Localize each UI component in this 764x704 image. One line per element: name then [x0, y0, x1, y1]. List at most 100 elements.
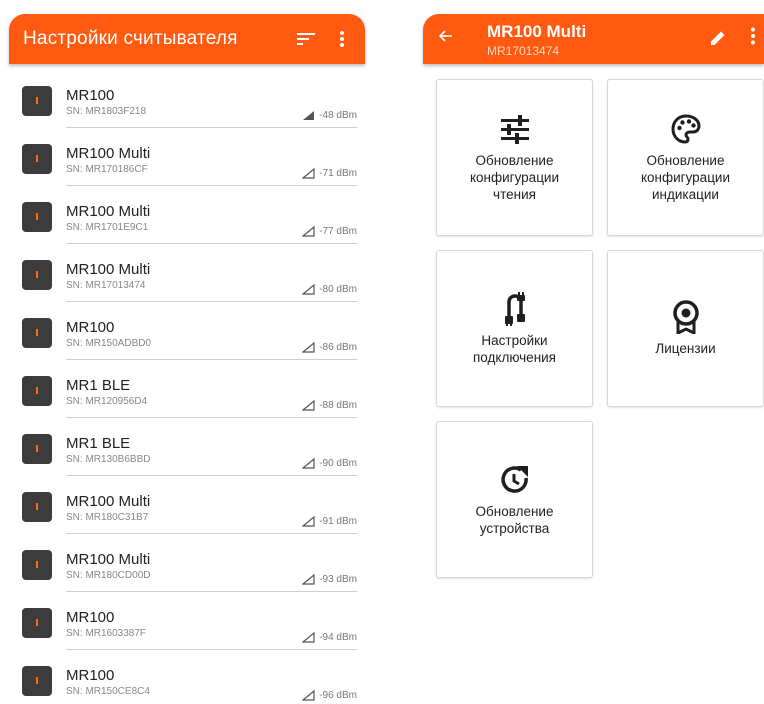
reader-name: MR1 BLE [66, 377, 131, 394]
rssi-value: -71 dBm [319, 168, 357, 179]
reader-list-item[interactable]: MR100 SN: MR1803F218 -48 dBm [9, 64, 365, 128]
update-icon [498, 463, 532, 497]
rssi-value: -96 dBm [319, 690, 357, 701]
reader-name: MR100 Multi [66, 261, 151, 278]
signal-strength-icon [302, 574, 315, 585]
reader-rssi: -93 dBm [302, 574, 357, 585]
reader-serial: SN: MR1803F218 [66, 106, 147, 117]
reader-name: MR100 Multi [66, 551, 151, 568]
signal-strength-icon [302, 342, 315, 353]
page-title: Настройки считывателя [23, 28, 238, 49]
tile-label: Настройки подключения [472, 332, 556, 365]
reader-rssi: -80 dBm [302, 284, 357, 295]
reader-list-item[interactable]: MR100 Multi SN: MR170186CF -71 dBm [9, 122, 365, 186]
device-app-bar: MR100 Multi MR17013474 [423, 14, 764, 64]
device-title: MR100 Multi [487, 22, 587, 41]
reader-rssi: -91 dBm [302, 516, 357, 527]
reader-serial: SN: MR17013474 [66, 280, 146, 291]
tune-icon [498, 112, 532, 146]
reader-list-item[interactable]: MR100 Multi SN: MR17013474 -80 dBm [9, 238, 365, 302]
reader-list-item[interactable]: MR100 Multi SN: MR1701E9C1 -77 dBm [9, 180, 365, 244]
rssi-value: -80 dBm [319, 284, 357, 295]
reader-serial: SN: MR180C31B7 [66, 512, 149, 523]
signal-strength-icon [302, 400, 315, 411]
reader-name: MR1 BLE [66, 435, 131, 452]
rssi-value: -90 dBm [319, 458, 357, 469]
reader-name: MR100 [66, 319, 115, 336]
rssi-value: -86 dBm [319, 342, 357, 353]
reader-rssi: -94 dBm [302, 632, 357, 643]
license-badge-icon [669, 300, 703, 334]
reader-rssi: -71 dBm [302, 168, 357, 179]
rssi-value: -88 dBm [319, 400, 357, 411]
reader-serial: SN: MR150CE8C4 [66, 686, 150, 697]
reader-serial: SN: MR170186CF [66, 164, 148, 175]
reader-name: MR100 [66, 87, 115, 104]
reader-serial: SN: MR180CD00D [66, 570, 151, 581]
reader-rssi: -48 dBm [302, 110, 357, 121]
reader-name: MR100 [66, 609, 115, 626]
reader-device-icon [22, 260, 52, 290]
rssi-value: -77 dBm [319, 226, 357, 237]
tile-device-update[interactable]: Обновление устройства [436, 421, 593, 578]
more-menu-icon[interactable] [331, 27, 353, 51]
reader-serial: SN: MR150ADBD0 [66, 338, 152, 349]
signal-strength-icon [302, 690, 315, 701]
reader-list-item[interactable]: MR100 Multi SN: MR180C31B7 -91 dBm [9, 470, 365, 534]
reader-rssi: -88 dBm [302, 400, 357, 411]
tile-connection-settings[interactable]: Настройки подключения [436, 250, 593, 407]
rssi-value: -93 dBm [319, 574, 357, 585]
reader-name: MR100 [66, 667, 115, 684]
reader-device-icon [22, 608, 52, 638]
tile-indication-config-update[interactable]: Обновление конфигурации индикации [607, 79, 764, 236]
reader-device-icon [22, 86, 52, 116]
reader-device-icon [22, 550, 52, 580]
signal-strength-icon [303, 111, 315, 120]
reader-list-item[interactable]: MR1 BLE SN: MR130B6BBD -90 dBm [9, 412, 365, 476]
reader-rssi: -77 dBm [302, 226, 357, 237]
reader-name: MR100 Multi [66, 145, 151, 162]
signal-strength-icon [302, 516, 315, 527]
reader-name: MR100 Multi [66, 493, 151, 510]
reader-device-icon [22, 318, 52, 348]
rssi-value: -48 dBm [319, 110, 357, 121]
reader-rssi: -96 dBm [302, 690, 357, 701]
tile-read-config-update[interactable]: Обновление конфигурации чтения [436, 79, 593, 236]
more-menu-icon[interactable] [751, 27, 755, 50]
back-arrow-icon[interactable] [437, 28, 453, 49]
reader-device-icon [22, 666, 52, 696]
signal-strength-icon [302, 458, 315, 469]
reader-device-icon [22, 202, 52, 232]
reader-device-icon [22, 492, 52, 522]
rssi-value: -94 dBm [319, 632, 357, 643]
signal-strength-icon [302, 284, 315, 295]
reader-name: MR100 Multi [66, 203, 151, 220]
reader-serial: SN: MR1603387F [66, 628, 147, 639]
cable-icon [498, 291, 532, 326]
reader-serial: SN: MR120956D4 [66, 396, 148, 407]
reader-list-item[interactable]: MR100 Multi SN: MR180CD00D -93 dBm [9, 528, 365, 592]
tile-label: Обновление конфигурации индикации [640, 153, 731, 202]
reader-device-icon [22, 144, 52, 174]
reader-serial: SN: MR130B6BBD [66, 454, 151, 465]
tile-label: Обновление конфигурации чтения [469, 153, 560, 202]
signal-strength-icon [302, 632, 315, 643]
reader-settings-app-bar: Настройки считывателя [9, 14, 365, 64]
reader-list-item[interactable]: MR100 SN: MR150ADBD0 -86 dBm [9, 296, 365, 360]
reader-list-item[interactable]: MR1 BLE SN: MR120956D4 -88 dBm [9, 354, 365, 418]
sort-icon[interactable] [295, 27, 317, 51]
tile-label: Лицензии [655, 341, 716, 356]
reader-rssi: -90 dBm [302, 458, 357, 469]
tile-licenses[interactable]: Лицензии [607, 250, 764, 407]
device-serial-subtitle: MR17013474 [487, 44, 560, 58]
reader-serial: SN: MR1701E9C1 [66, 222, 149, 233]
palette-icon [669, 112, 703, 146]
reader-list: MR100 SN: MR1803F218 -48 dBm MR100 Multi… [9, 64, 365, 702]
reader-device-icon [22, 376, 52, 406]
reader-rssi: -86 dBm [302, 342, 357, 353]
rssi-value: -91 dBm [319, 516, 357, 527]
signal-strength-icon [302, 226, 315, 237]
edit-pencil-icon[interactable] [708, 28, 728, 53]
reader-list-item[interactable]: MR100 SN: MR1603387F -94 dBm [9, 586, 365, 650]
reader-list-item[interactable]: MR100 SN: MR150CE8C4 -96 dBm [9, 644, 365, 702]
